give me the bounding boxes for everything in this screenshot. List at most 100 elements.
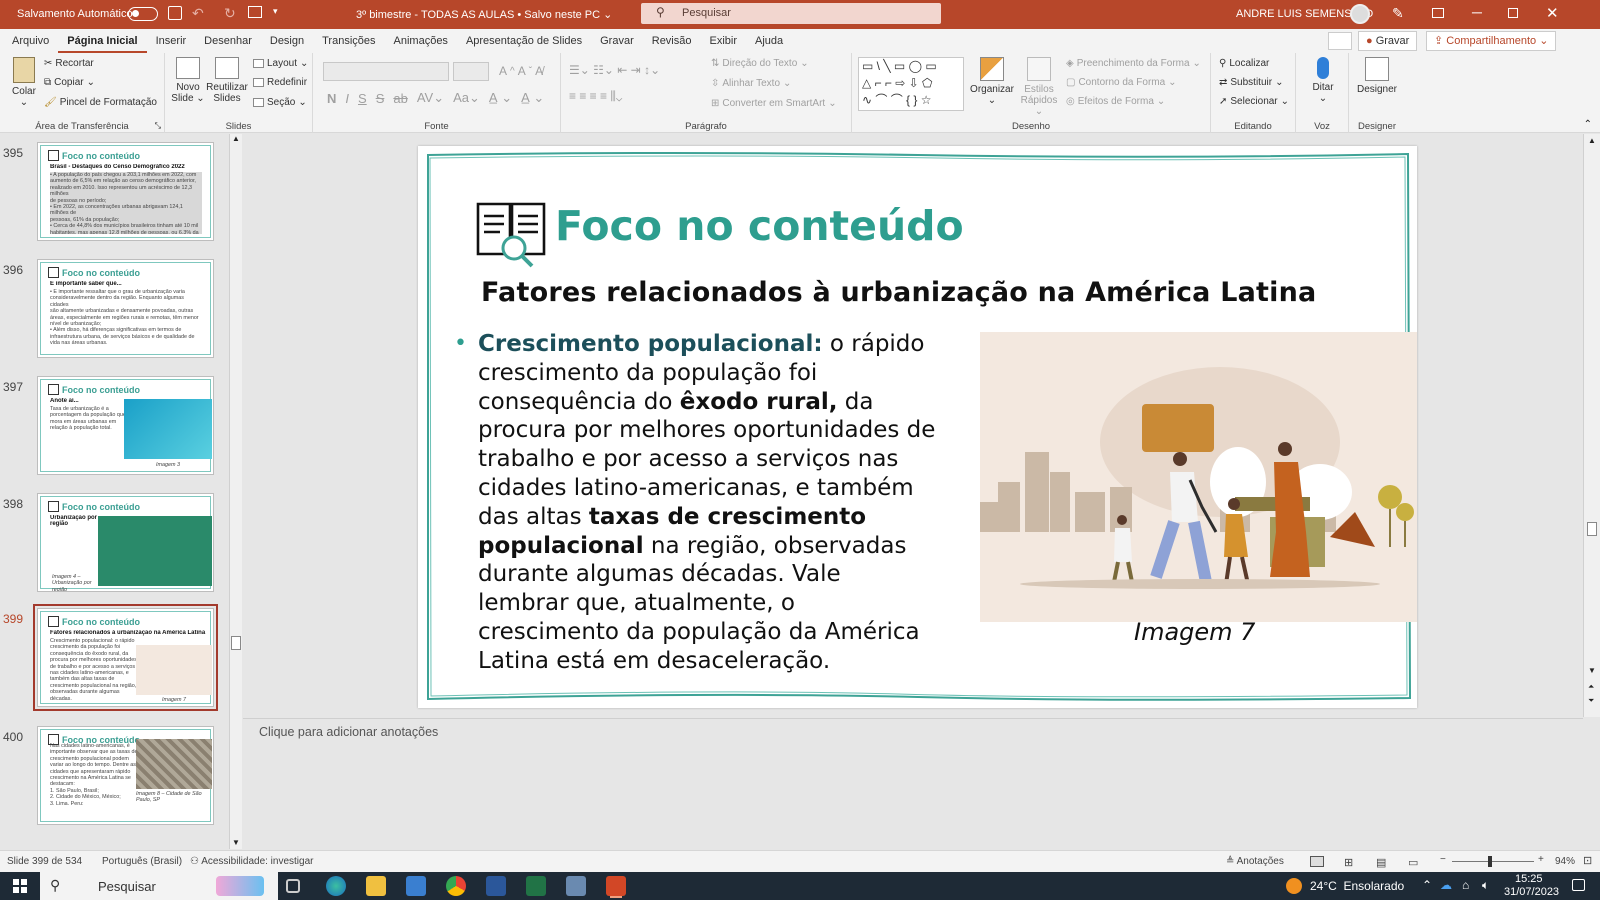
slide-canvas[interactable]: Foco no conteúdo Fatores relacionados à … xyxy=(418,146,1417,708)
notes-placeholder[interactable]: Clique para adicionar anotações xyxy=(259,725,438,739)
zoom-slider[interactable] xyxy=(1452,861,1534,862)
text-direction-button[interactable]: ⇅ Direção do Texto ⌄ xyxy=(711,58,809,69)
powerpoint-icon[interactable] xyxy=(606,876,626,896)
paste-button[interactable]: Colar ⌄ xyxy=(6,57,42,108)
customize-toolbar-icon[interactable]: ▾ xyxy=(273,6,278,17)
editor-scroll-up-icon[interactable]: ▲ xyxy=(1588,136,1596,145)
taskbar-search[interactable]: ⚲ Pesquisar xyxy=(40,872,278,900)
tab-inserir[interactable]: Inserir xyxy=(147,29,196,53)
font-format-buttons[interactable]: N I S Sab AV⌄ Aa⌄ A̲ ⌄ A̲ ⌄ xyxy=(327,90,544,106)
zoom-slider-thumb[interactable] xyxy=(1488,856,1492,867)
copy-button[interactable]: ⧉ Copiar ⌄ xyxy=(44,77,95,88)
shape-outline-button[interactable]: ▢ Contorno da Forma ⌄ xyxy=(1066,77,1177,88)
present-icon[interactable] xyxy=(248,6,262,18)
avatar[interactable] xyxy=(1350,4,1370,24)
close-icon[interactable]: ✕ xyxy=(1546,4,1559,22)
slide-thumbnail-398[interactable]: Foco no conteúdo Urbanização por região Im… xyxy=(37,493,214,592)
font-name-box[interactable] xyxy=(323,62,449,81)
fit-slide-icon[interactable]: ⊡ xyxy=(1583,854,1592,867)
tab-ajuda[interactable]: Ajuda xyxy=(746,29,792,53)
edge-icon[interactable] xyxy=(326,876,346,896)
app-icon[interactable] xyxy=(566,876,586,896)
prev-slide-icon[interactable]: ⏶ xyxy=(1588,682,1594,692)
windows-start-icon[interactable] xyxy=(13,879,27,893)
share-button[interactable]: ⇪ Compartilhamento ⌄ xyxy=(1426,31,1557,51)
file-explorer-icon[interactable] xyxy=(366,876,386,896)
tab-página-inicial[interactable]: Página Inicial xyxy=(58,29,147,53)
tab-animações[interactable]: Animações xyxy=(385,29,457,53)
accessibility-status[interactable]: ⚇ Acessibilidade: investigar xyxy=(190,856,313,867)
redo-icon[interactable]: ↻ xyxy=(224,5,236,22)
clock-time[interactable]: 15:25 xyxy=(1515,873,1543,885)
slide-thumbnail-397[interactable]: Foco no conteúdo Anote aí... Taxa de urban… xyxy=(37,376,214,475)
editor-scrollbar[interactable]: ▲ ▼ ⏶ ⏷ xyxy=(1583,134,1600,717)
select-button[interactable]: ➚ Selecionar ⌄ xyxy=(1219,96,1289,107)
normal-view-icon[interactable] xyxy=(1310,856,1324,867)
next-slide-icon[interactable]: ⏷ xyxy=(1588,696,1594,706)
volume-icon[interactable]: 🔈︎ xyxy=(1482,878,1489,893)
layout-button[interactable]: Layout ⌄ xyxy=(253,58,308,69)
tab-arquivo[interactable]: Arquivo xyxy=(3,29,58,53)
document-title[interactable]: 3º bimestre - TODAS AS AULAS • Salvo nes… xyxy=(356,8,612,21)
zoom-level[interactable]: 94% xyxy=(1555,856,1575,867)
tray-chevron-icon[interactable]: ⌃ xyxy=(1422,878,1432,892)
scroll-down-icon[interactable]: ▼ xyxy=(232,838,240,847)
scroll-up-icon[interactable]: ▲ xyxy=(232,134,240,143)
dictate-button[interactable]: Ditar ⌄ xyxy=(1304,57,1342,104)
editor-scroll-down-icon[interactable]: ▼ xyxy=(1588,666,1596,675)
undo-icon[interactable]: ↶ xyxy=(192,5,204,22)
section-button[interactable]: Seção ⌄ xyxy=(253,97,307,108)
designer-button[interactable]: Designer xyxy=(1353,57,1401,95)
autosave-toggle[interactable] xyxy=(128,7,158,21)
arrange-button[interactable]: Organizar ⌄ xyxy=(969,57,1015,106)
tab-gravar[interactable]: Gravar xyxy=(591,29,643,53)
reading-view-icon[interactable]: ▤ xyxy=(1376,856,1386,869)
tab-revisão[interactable]: Revisão xyxy=(643,29,701,53)
search-box[interactable]: ⚲ Pesquisar xyxy=(641,3,941,24)
format-painter-button[interactable]: 🖌 Pincel de Formatação xyxy=(44,97,157,108)
network-icon[interactable]: ⌂ xyxy=(1462,878,1469,892)
find-button[interactable]: ⚲ Localizar xyxy=(1219,58,1269,69)
tab-apresentação-de-slides[interactable]: Apresentação de Slides xyxy=(457,29,591,53)
slide-thumbnail-396[interactable]: Foco no conteúdo É importante saber que..… xyxy=(37,259,214,358)
notes-pane[interactable]: Clique para adicionar anotações xyxy=(243,718,1583,830)
reuse-slides-button[interactable]: Reutilizar Slides xyxy=(205,57,249,104)
smartart-button[interactable]: ⊞ Converter em SmartArt ⌄ xyxy=(711,98,837,109)
scroll-thumb[interactable] xyxy=(231,636,241,650)
chrome-icon[interactable] xyxy=(446,876,466,896)
tab-exibir[interactable]: Exibir xyxy=(701,29,747,53)
replace-button[interactable]: ⇄ Substituir ⌄ xyxy=(1219,77,1283,88)
task-view-icon[interactable] xyxy=(286,879,300,893)
clock-date[interactable]: 31/07/2023 xyxy=(1504,886,1559,898)
store-icon[interactable] xyxy=(406,876,426,896)
slideshow-view-icon[interactable]: ▭ xyxy=(1408,856,1418,869)
quick-styles-button[interactable]: Estilos Rápidos ⌄ xyxy=(1017,57,1061,117)
excel-icon[interactable] xyxy=(526,876,546,896)
sorter-view-icon[interactable]: ⊞ xyxy=(1344,856,1353,869)
save-icon[interactable] xyxy=(168,6,182,20)
shape-fill-button[interactable]: ◈ Preenchimento da Forma ⌄ xyxy=(1066,58,1201,69)
list-buttons[interactable]: ☰⌄ ☷⌄ ⇤ ⇥ ↕⌄ xyxy=(569,63,660,77)
collapse-ribbon-icon[interactable]: ⌃ xyxy=(1584,119,1592,130)
editor-scroll-thumb[interactable] xyxy=(1587,522,1597,536)
slide-thumbnail-395[interactable]: Foco no conteúdo Brasil - Destaques do Ce… xyxy=(37,142,214,241)
tab-desenhar[interactable]: Desenhar xyxy=(195,29,261,53)
shape-effects-button[interactable]: ◎ Efeitos de Forma ⌄ xyxy=(1066,96,1165,107)
cut-button[interactable]: ✂ Recortar xyxy=(44,58,94,69)
reset-button[interactable]: Redefinir xyxy=(253,77,307,88)
word-icon[interactable] xyxy=(486,876,506,896)
zoom-out-icon[interactable]: − xyxy=(1440,854,1446,865)
tab-design[interactable]: Design xyxy=(261,29,313,53)
record-button[interactable]: ● Gravar xyxy=(1358,31,1418,51)
language-indicator[interactable]: Português (Brasil) xyxy=(102,856,182,867)
tab-transições[interactable]: Transições xyxy=(313,29,384,53)
new-slide-button[interactable]: Novo Slide ⌄ xyxy=(170,57,206,104)
maximize-icon[interactable] xyxy=(1508,8,1518,18)
minimize-icon[interactable]: ─ xyxy=(1472,4,1482,20)
clipboard-launcher-icon[interactable]: ⤡ xyxy=(155,121,161,131)
weather-text[interactable]: 24°C Ensolarado xyxy=(1310,879,1404,893)
slide-thumbnail-400[interactable]: Foco no conteúdo Nas cidades latino-ameri… xyxy=(37,726,214,825)
comments-button[interactable] xyxy=(1328,32,1352,50)
font-size-controls[interactable]: A ^ Aˇ A̸ xyxy=(499,64,543,78)
notifications-icon[interactable] xyxy=(1572,879,1585,891)
